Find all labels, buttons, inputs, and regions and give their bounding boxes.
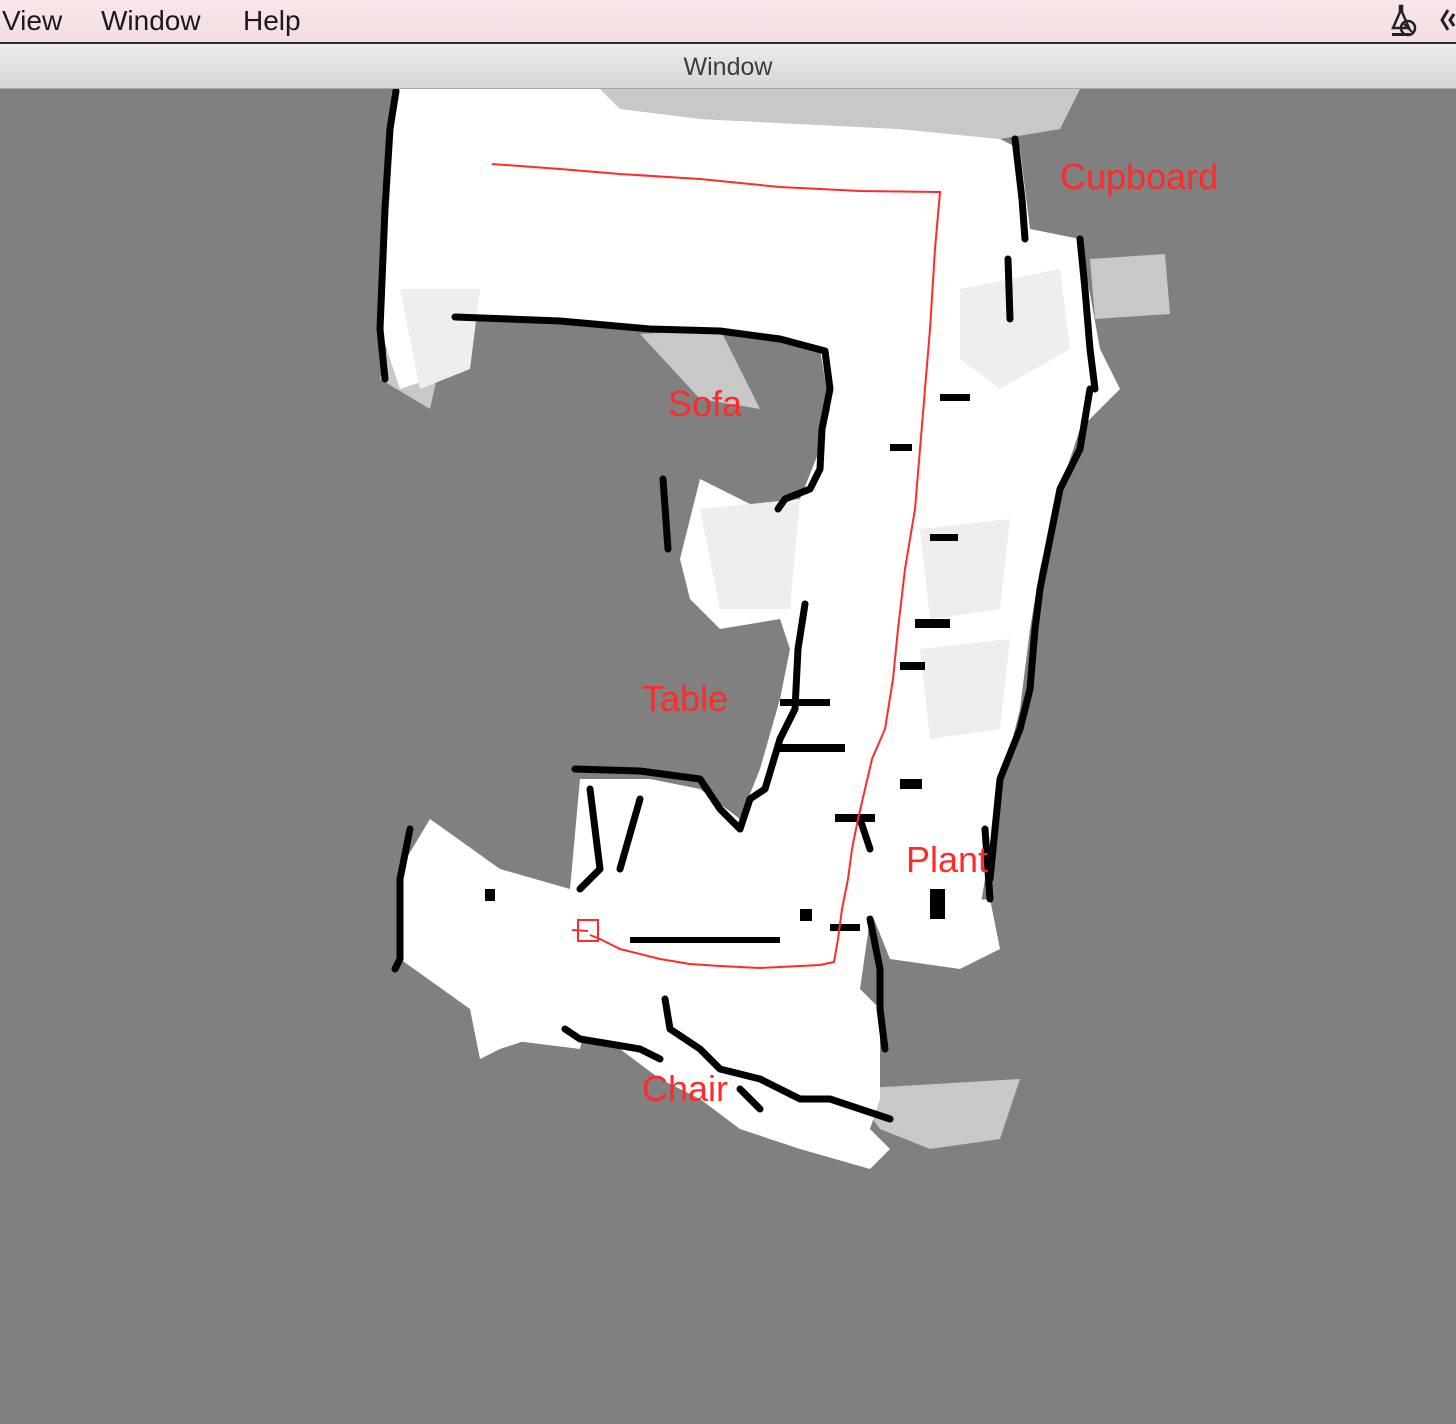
free-space bbox=[380, 89, 1120, 1169]
overflow-status-icon[interactable] bbox=[1440, 9, 1456, 31]
window-title: Window bbox=[683, 53, 773, 81]
window-title-bar[interactable]: Window bbox=[0, 44, 1456, 89]
label-chair: Chair bbox=[642, 1068, 728, 1109]
menu-item-window[interactable]: Window bbox=[101, 4, 201, 38]
map-viewport[interactable]: Cupboard Sofa Table Plant Chair bbox=[0, 89, 1456, 1424]
robot-heading-marker bbox=[571, 929, 589, 932]
label-plant: Plant bbox=[906, 839, 988, 880]
label-cupboard: Cupboard bbox=[1060, 156, 1218, 197]
label-sofa: Sofa bbox=[668, 383, 743, 424]
occupancy-map[interactable]: Cupboard Sofa Table Plant Chair bbox=[0, 89, 1456, 1424]
app-status-icon[interactable] bbox=[1391, 4, 1417, 37]
status-icons bbox=[1376, 0, 1456, 42]
menu-item-view[interactable]: View bbox=[2, 4, 62, 38]
menu-bar: View Window Help bbox=[0, 0, 1456, 44]
label-table: Table bbox=[642, 678, 728, 719]
menu-item-help[interactable]: Help bbox=[243, 4, 301, 38]
